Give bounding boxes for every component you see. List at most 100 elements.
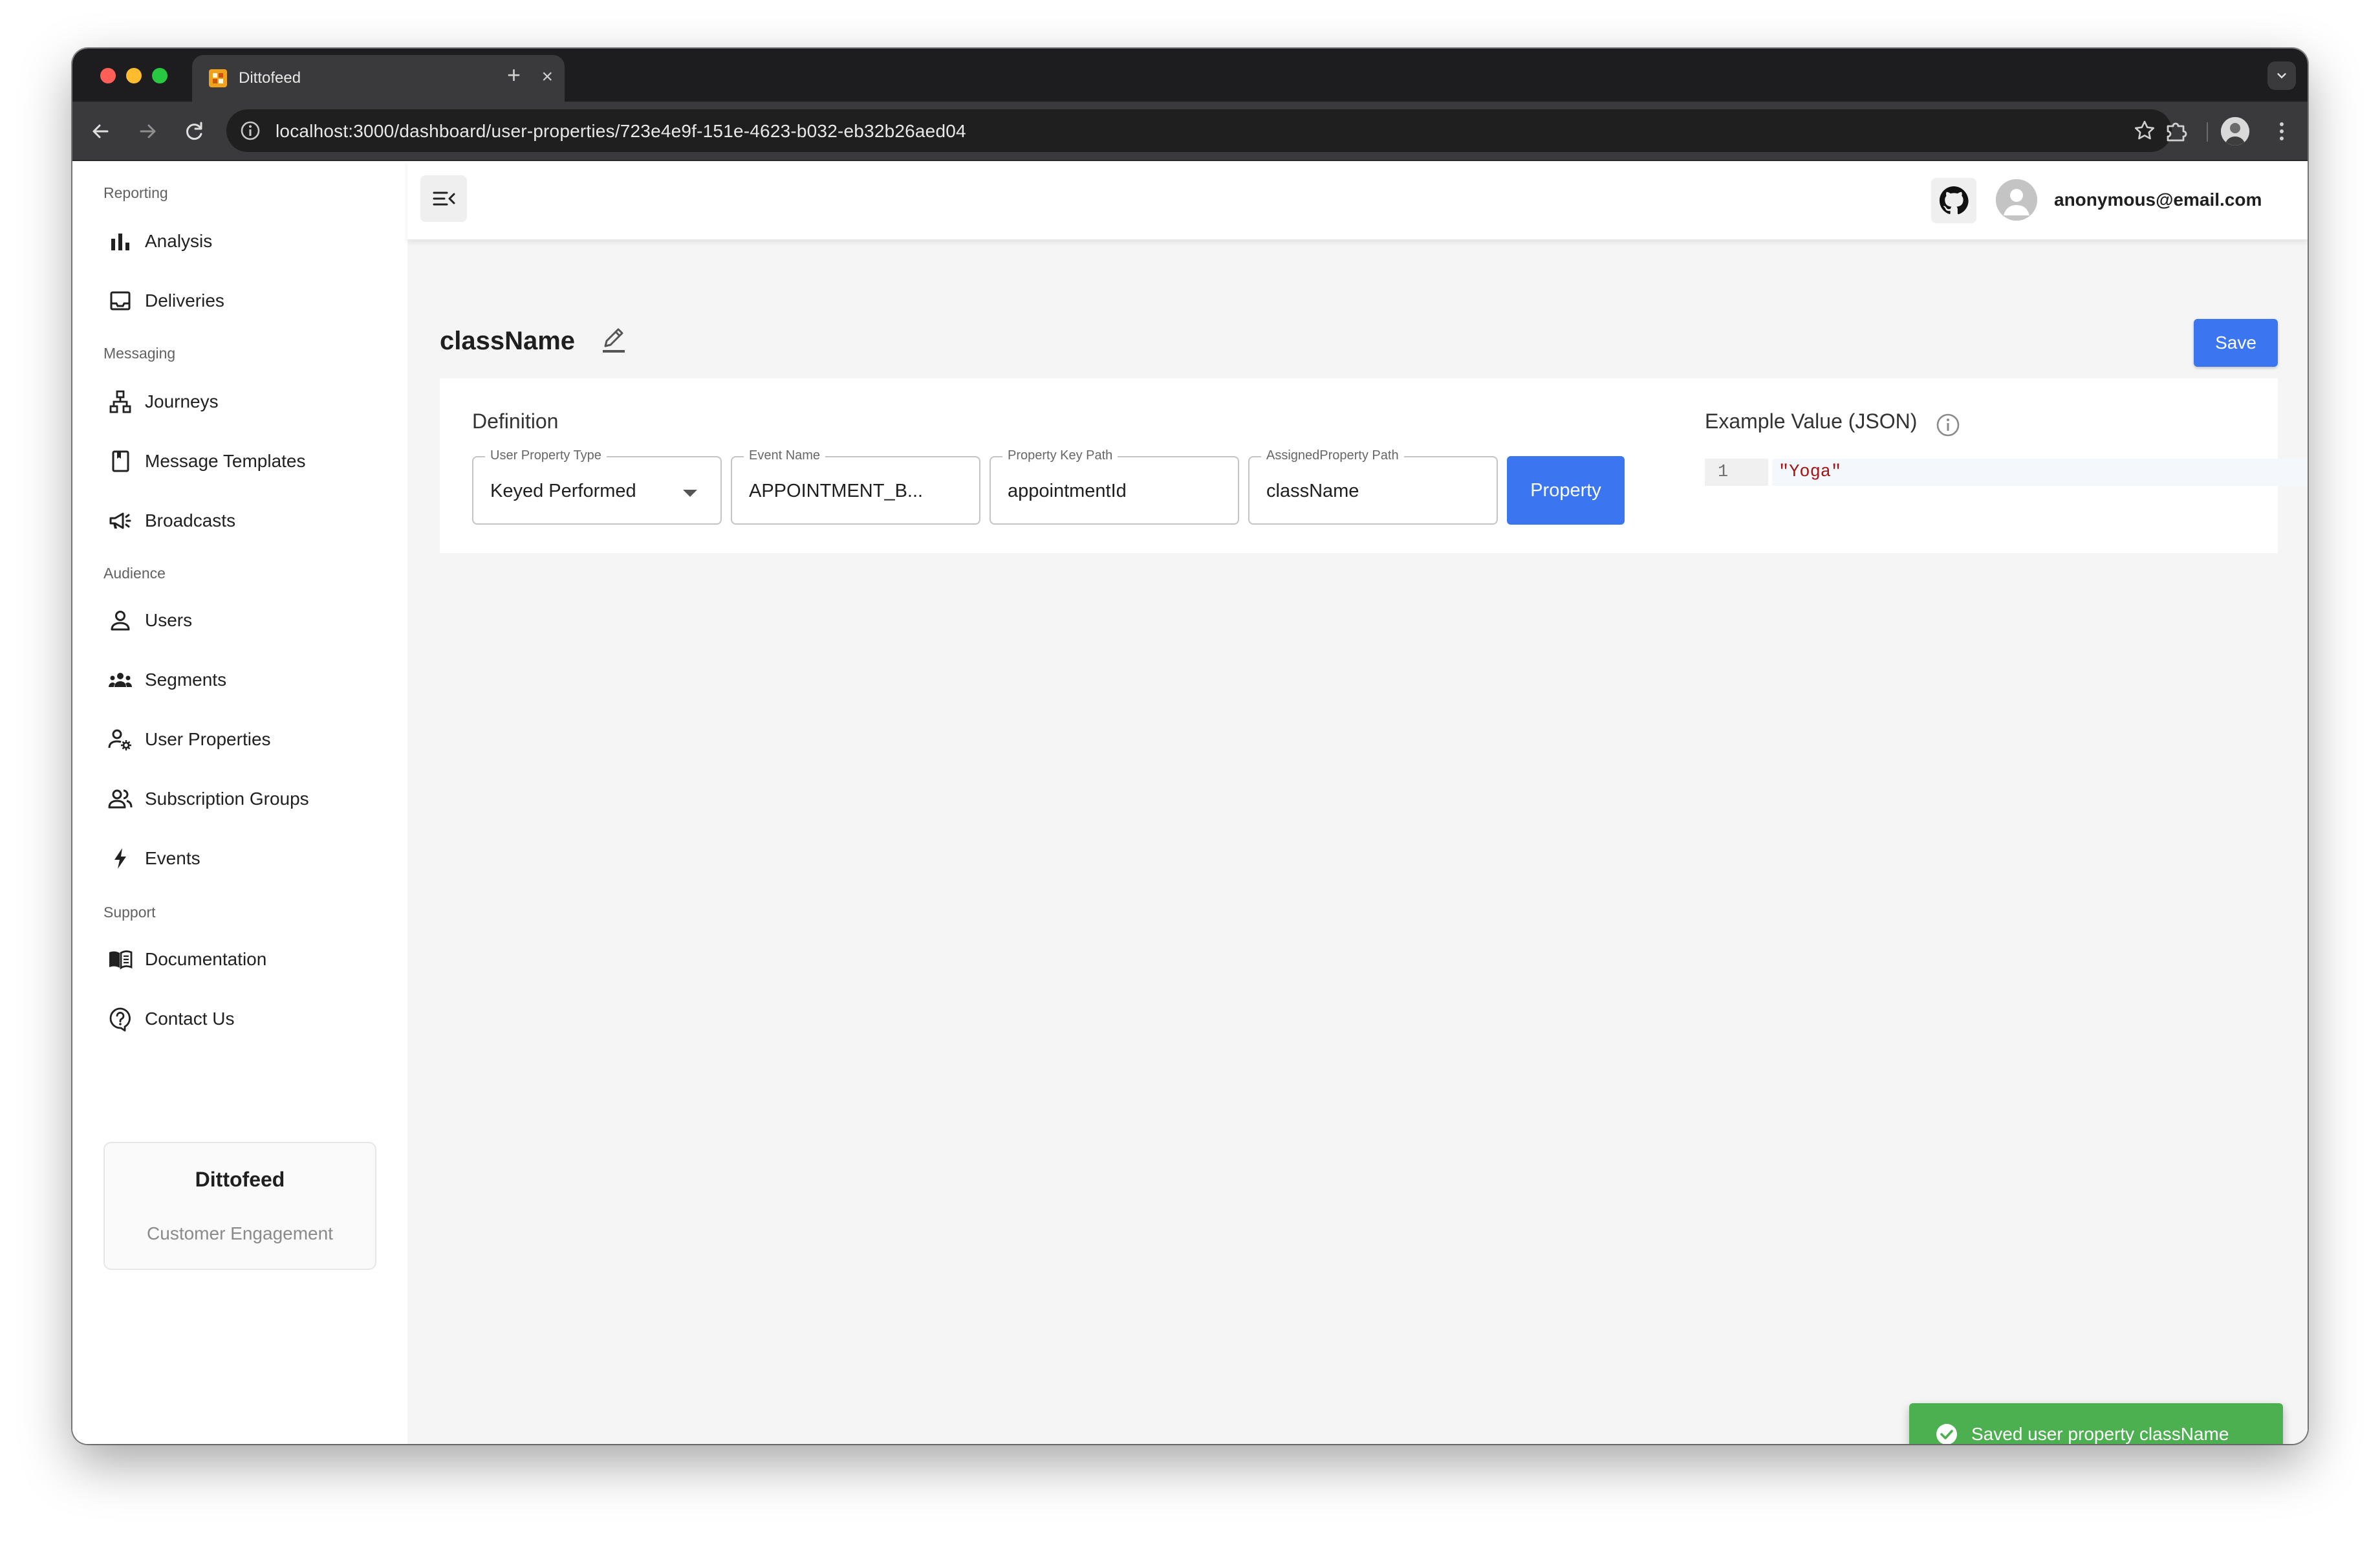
sidebar-item-broadcasts[interactable]: Broadcasts — [107, 501, 392, 540]
forward-button[interactable] — [132, 116, 163, 147]
sidebar-item-message-templates[interactable]: Message Templates — [107, 442, 392, 481]
assigned-property-path-input[interactable]: AssignedProperty Path className — [1248, 448, 1498, 525]
sidebar-section-support: Support — [103, 904, 156, 921]
maximize-window-button[interactable] — [152, 68, 168, 83]
chevron-down-icon — [2277, 73, 2286, 79]
sidebar-item-subscription-groups[interactable]: Subscription Groups — [107, 780, 392, 818]
new-tab-button[interactable]: + — [507, 60, 521, 90]
extensions-button[interactable] — [2160, 116, 2191, 147]
bar-chart-icon — [111, 234, 129, 250]
sidebar-item-label: User Properties — [145, 729, 271, 749]
sidebar-item-journeys[interactable]: Journeys — [107, 382, 392, 421]
user-property-type-select[interactable]: User Property Type Keyed Performed — [472, 448, 722, 525]
sidebar-item-label: Message Templates — [145, 451, 306, 471]
definition-heading: Definition — [472, 410, 559, 433]
page-title: className — [440, 327, 576, 355]
browser-window: Dittofeed × + localhost:3000/dashboard/u… — [72, 49, 2308, 1444]
sitemap-icon — [109, 390, 131, 413]
field-value[interactable]: APPOINTMENT_B... — [749, 481, 923, 502]
property-key-path-input[interactable]: Property Key Path appointmentId — [990, 448, 1239, 525]
info-icon[interactable] — [1935, 412, 1961, 438]
sidebar: Reporting Analysis Deliveries Messaging … — [72, 161, 407, 1444]
edit-pencil-icon[interactable] — [598, 323, 630, 355]
sidebar-item-label: Deliveries — [145, 290, 224, 311]
megaphone-icon — [109, 512, 131, 529]
sidebar-item-contact-us[interactable]: Contact Us — [107, 1000, 392, 1038]
sidebar-item-label: Documentation — [145, 949, 267, 969]
account-icon — [1996, 179, 2037, 221]
dropdown-arrow-icon[interactable] — [683, 490, 697, 497]
open-book-icon — [109, 950, 133, 970]
brand-tagline: Customer Engagement — [147, 1223, 333, 1243]
property-button[interactable]: Property — [1507, 456, 1625, 525]
save-button[interactable]: Save — [2194, 319, 2278, 367]
definition-panel: Definition User Property Type Keyed Perf… — [440, 378, 2308, 553]
user-email: anonymous@email.com — [2054, 190, 2262, 210]
sidebar-item-label: Users — [145, 610, 193, 630]
code-gutter: 1 — [1705, 459, 1768, 486]
brand-card: Dittofeed Customer Engagement — [103, 1142, 376, 1270]
sidebar-item-events[interactable]: Events — [107, 839, 392, 878]
sidebar-section-messaging: Messaging — [103, 345, 176, 362]
field-value[interactable]: className — [1266, 481, 1359, 502]
address-bar[interactable]: localhost:3000/dashboard/user-properties… — [226, 109, 2172, 152]
sidebar-item-label: Contact Us — [145, 1009, 235, 1029]
browser-menu-button[interactable] — [2266, 116, 2297, 147]
app-root: Reporting Analysis Deliveries Messaging … — [72, 161, 2308, 1444]
bookmark-star-icon[interactable] — [2132, 118, 2158, 144]
users-icon — [108, 789, 133, 809]
user-gear-icon — [108, 729, 131, 750]
code-line[interactable]: "Yoga" — [1772, 459, 2308, 486]
sidebar-section-reporting: Reporting — [103, 184, 168, 201]
tab-strip: Dittofeed × + — [72, 49, 2308, 102]
close-window-button[interactable] — [100, 68, 116, 83]
sidebar-section-audience: Audience — [103, 565, 166, 582]
app-header: anonymous@email.com — [407, 161, 2308, 240]
tab-close-icon[interactable]: × — [541, 65, 553, 89]
dittofeed-favicon-icon — [209, 69, 227, 87]
sidebar-item-segments[interactable]: Segments — [107, 661, 392, 699]
reload-icon — [186, 122, 202, 140]
puzzle-icon — [2167, 122, 2187, 142]
sidebar-item-user-properties[interactable]: User Properties — [107, 720, 392, 759]
sidebar-item-analysis[interactable]: Analysis — [107, 222, 392, 261]
example-value-heading: Example Value (JSON) — [1705, 410, 1918, 433]
profile-photo-icon — [2221, 117, 2249, 146]
brand-name: Dittofeed — [195, 1168, 285, 1191]
profile-avatar[interactable] — [2221, 117, 2249, 146]
back-button[interactable] — [85, 116, 116, 147]
sidebar-item-label: Segments — [145, 670, 227, 690]
arrow-left-icon — [92, 124, 109, 138]
sidebar-item-label: Subscription Groups — [145, 789, 309, 809]
minimize-window-button[interactable] — [126, 68, 142, 83]
url-text[interactable]: localhost:3000/dashboard/user-properties… — [276, 121, 966, 142]
field-value: Keyed Performed — [490, 481, 636, 501]
arrow-right-icon — [140, 124, 156, 138]
site-info-icon[interactable] — [239, 120, 261, 142]
field-label: Event Name — [744, 448, 826, 463]
tab-search-button[interactable] — [2267, 61, 2296, 90]
sidebar-item-users[interactable]: Users — [107, 601, 392, 640]
check-circle-icon — [1936, 1424, 1957, 1444]
bolt-icon — [114, 848, 126, 869]
line-number: 1 — [1718, 463, 1729, 482]
github-icon — [1939, 186, 1969, 215]
help-circle-icon — [109, 1007, 131, 1032]
group-icon — [109, 673, 132, 687]
user-avatar[interactable] — [1996, 179, 2037, 221]
sidebar-item-label: Analysis — [145, 231, 213, 251]
collapse-sidebar-button[interactable] — [420, 175, 467, 222]
field-value[interactable]: appointmentId — [1008, 481, 1127, 502]
reload-button[interactable] — [178, 116, 210, 147]
inbox-icon — [110, 291, 131, 311]
github-button[interactable] — [1931, 178, 1976, 223]
event-name-input[interactable]: Event Name APPOINTMENT_B... — [731, 448, 980, 525]
sidebar-item-label: Broadcasts — [145, 510, 236, 530]
sidebar-item-documentation[interactable]: Documentation — [107, 940, 392, 979]
code-text[interactable]: "Yoga" — [1779, 463, 1841, 482]
json-code-editor[interactable]: 1 "Yoga" — [1705, 459, 2308, 486]
sidebar-item-deliveries[interactable]: Deliveries — [107, 281, 392, 320]
user-icon — [111, 611, 130, 631]
success-snackbar: Saved user property className — [1909, 1403, 2283, 1444]
sidebar-item-label: Journeys — [145, 391, 219, 411]
